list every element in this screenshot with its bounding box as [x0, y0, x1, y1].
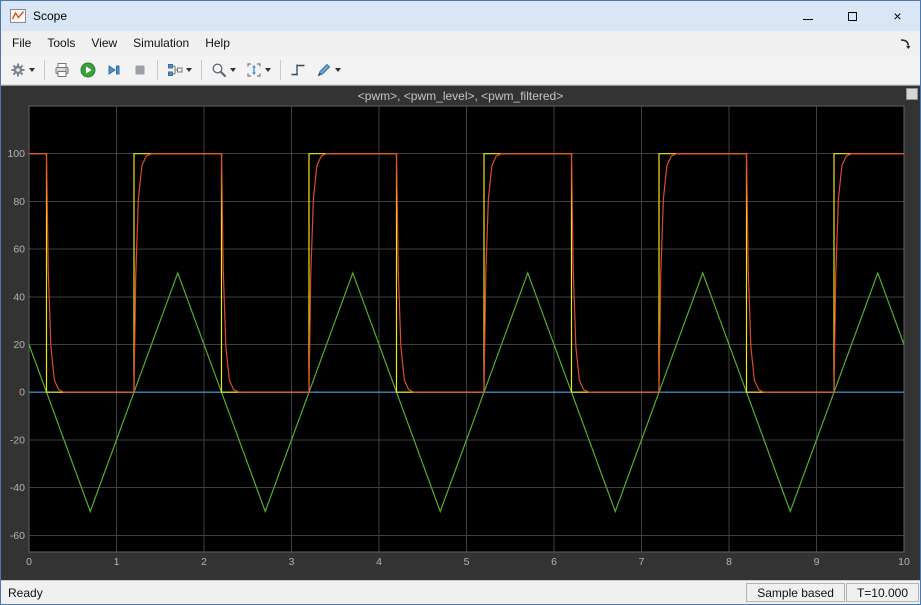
fit-to-view-icon: [246, 62, 262, 78]
zoom-button[interactable]: [207, 58, 240, 82]
y-tick-label: -60: [10, 530, 25, 542]
close-button[interactable]: ×: [875, 1, 920, 31]
scope-app-icon: [10, 8, 26, 24]
sim-time-indicator: T=10.000: [846, 583, 919, 602]
window-controls: ×: [785, 1, 920, 31]
x-tick-label: 9: [814, 556, 820, 568]
x-tick-label: 10: [898, 556, 910, 568]
maximize-icon: [848, 12, 857, 21]
gear-icon: [10, 62, 26, 78]
run-icon: [80, 62, 96, 78]
y-tick-label: 100: [7, 148, 25, 160]
y-tick-label: 40: [13, 291, 25, 303]
dropdown-arrow-icon: [335, 68, 341, 72]
signal-selector-icon: [167, 62, 183, 78]
toolbar-separator: [44, 60, 45, 80]
minimize-button[interactable]: [785, 1, 830, 31]
x-tick-label: 1: [114, 556, 120, 568]
minimize-icon: [803, 19, 813, 20]
step-forward-icon: [106, 62, 122, 78]
x-tick-label: 8: [726, 556, 732, 568]
maximize-axes-button[interactable]: [906, 88, 918, 100]
signal-selector-button[interactable]: [163, 58, 196, 82]
y-tick-label: 0: [19, 387, 25, 399]
run-button[interactable]: [76, 58, 100, 82]
settings-button[interactable]: [6, 58, 39, 82]
x-tick-label: 2: [201, 556, 207, 568]
menu-view[interactable]: View: [83, 33, 125, 54]
y-tick-label: 60: [13, 244, 25, 256]
dropdown-arrow-icon: [265, 68, 271, 72]
scope-window: Scope × File Tools View Simulation Help: [0, 0, 921, 605]
x-tick-label: 3: [289, 556, 295, 568]
scope-plot-title: <pwm>, <pwm_level>, <pwm_filtered>: [1, 89, 920, 103]
y-tick-label: -40: [10, 482, 25, 494]
scope-plot-canvas[interactable]: 0 1 2 3 4 5 6 7 8 9 10 -60 -40 -20 0 20 40 60 80 100: [1, 86, 920, 580]
menu-file[interactable]: File: [4, 33, 39, 54]
fit-to-view-button[interactable]: [242, 58, 275, 82]
window-title: Scope: [33, 9, 67, 23]
x-tick-label: 7: [639, 556, 645, 568]
printer-icon: [54, 62, 70, 78]
menu-help[interactable]: Help: [197, 33, 238, 54]
dropdown-arrow-icon: [230, 68, 236, 72]
toolbar: [1, 56, 920, 85]
trigger-icon: [290, 62, 306, 78]
y-tick-label: -20: [10, 434, 25, 446]
scope-area: <pwm>, <pwm_level>, <pwm_filtered> 0 1 2 3 4…: [1, 85, 920, 580]
print-button[interactable]: [50, 58, 74, 82]
x-tick-label: 0: [26, 556, 32, 568]
toolbar-separator: [201, 60, 202, 80]
x-tick-label: 5: [464, 556, 470, 568]
y-tick-label: 20: [13, 339, 25, 351]
dock-scope-icon[interactable]: [899, 38, 911, 50]
measurements-button[interactable]: [312, 58, 345, 82]
dropdown-arrow-icon: [186, 68, 192, 72]
x-tick-label: 4: [376, 556, 382, 568]
dropdown-arrow-icon: [29, 68, 35, 72]
toolbar-separator: [157, 60, 158, 80]
menubar: File Tools View Simulation Help: [1, 31, 920, 56]
menu-tools[interactable]: Tools: [39, 33, 83, 54]
maximize-button[interactable]: [830, 1, 875, 31]
trigger-button[interactable]: [286, 58, 310, 82]
zoom-icon: [211, 62, 227, 78]
x-tick-label: 6: [551, 556, 557, 568]
menu-simulation[interactable]: Simulation: [125, 33, 197, 54]
statusbar: Ready Sample based T=10.000: [1, 580, 920, 604]
status-text: Ready: [1, 581, 746, 604]
toolbar-separator: [280, 60, 281, 80]
step-forward-button[interactable]: [102, 58, 126, 82]
measurements-icon: [316, 62, 332, 78]
y-tick-label: 80: [13, 196, 25, 208]
stop-button[interactable]: [128, 58, 152, 82]
sample-mode-indicator: Sample based: [746, 583, 845, 602]
stop-icon: [132, 62, 148, 78]
titlebar: Scope ×: [1, 1, 920, 31]
